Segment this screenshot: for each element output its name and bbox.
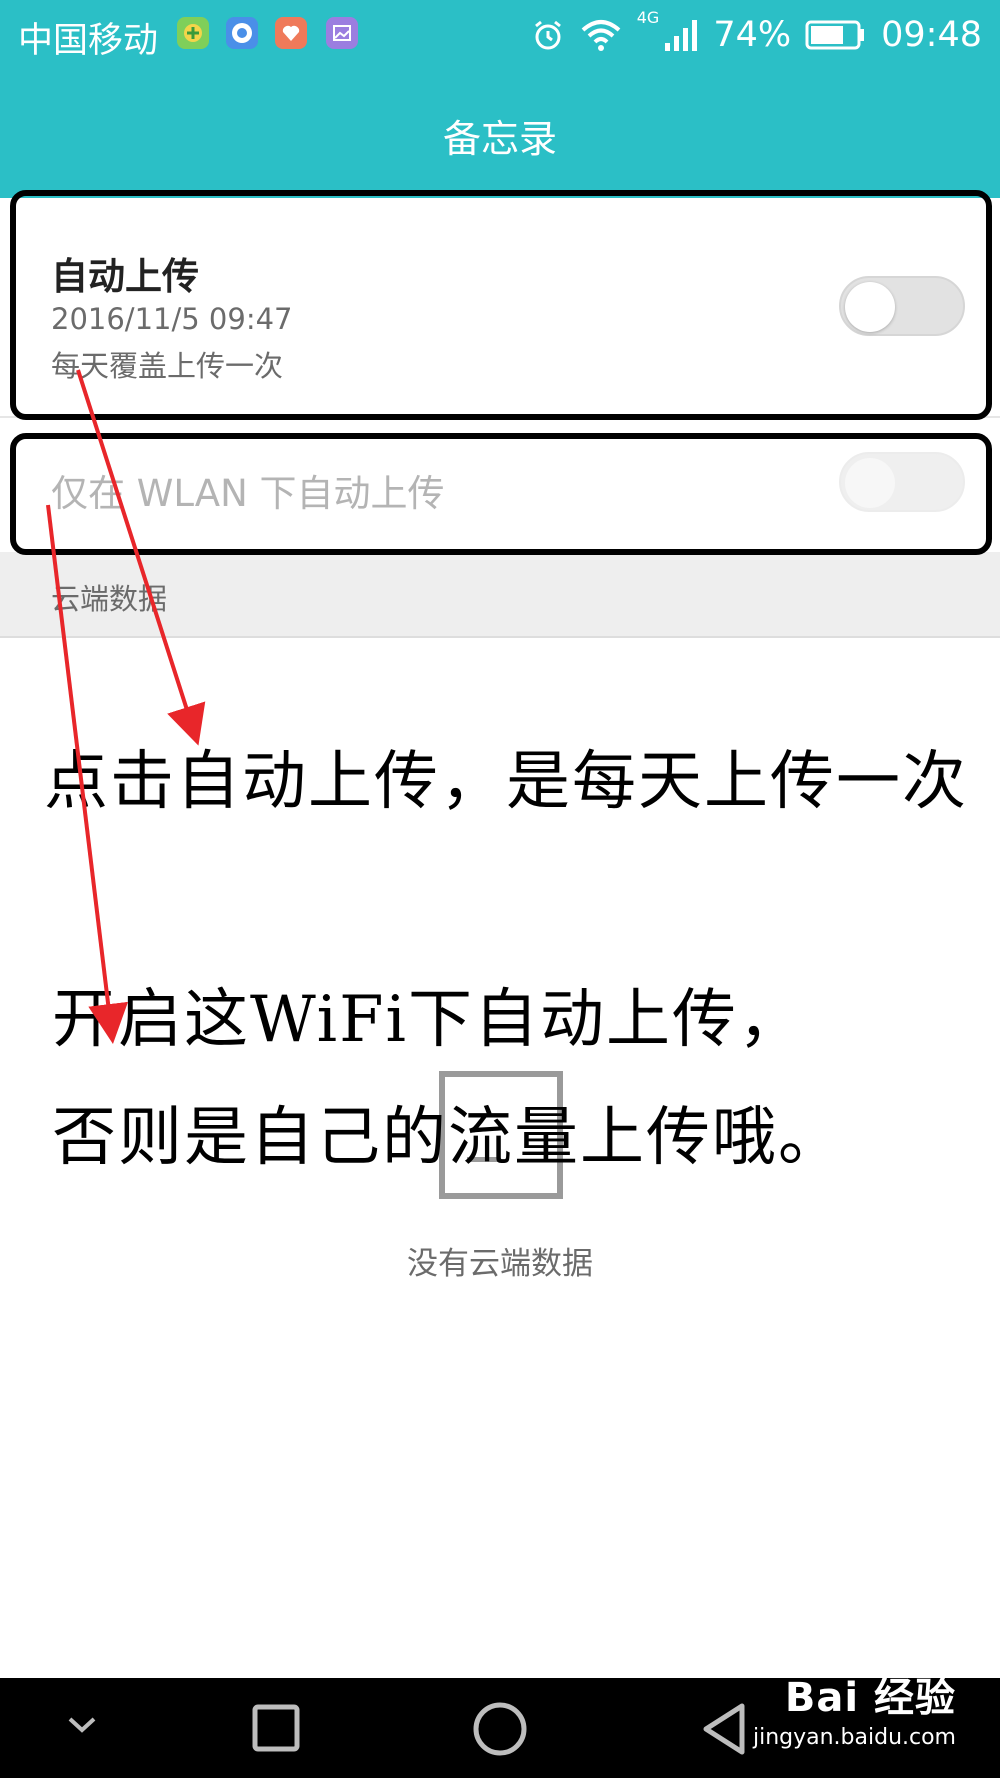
annotation-arrows bbox=[46, 369, 206, 1044]
arrow-to-line-1 bbox=[76, 369, 206, 746]
home-icon[interactable] bbox=[472, 1701, 528, 1761]
collapse-icon[interactable] bbox=[66, 1714, 98, 1740]
recents-icon[interactable] bbox=[252, 1704, 300, 1756]
watermark-url: jingyan.baidu.com bbox=[752, 1725, 956, 1750]
arrow-to-line-2 bbox=[46, 504, 129, 1044]
watermark-brand: Bai 经验 bbox=[784, 1675, 956, 1721]
baidu-jingyan-watermark: Bai 经验 jingyan.baidu.com bbox=[753, 1665, 956, 1750]
back-icon[interactable] bbox=[700, 1702, 748, 1760]
